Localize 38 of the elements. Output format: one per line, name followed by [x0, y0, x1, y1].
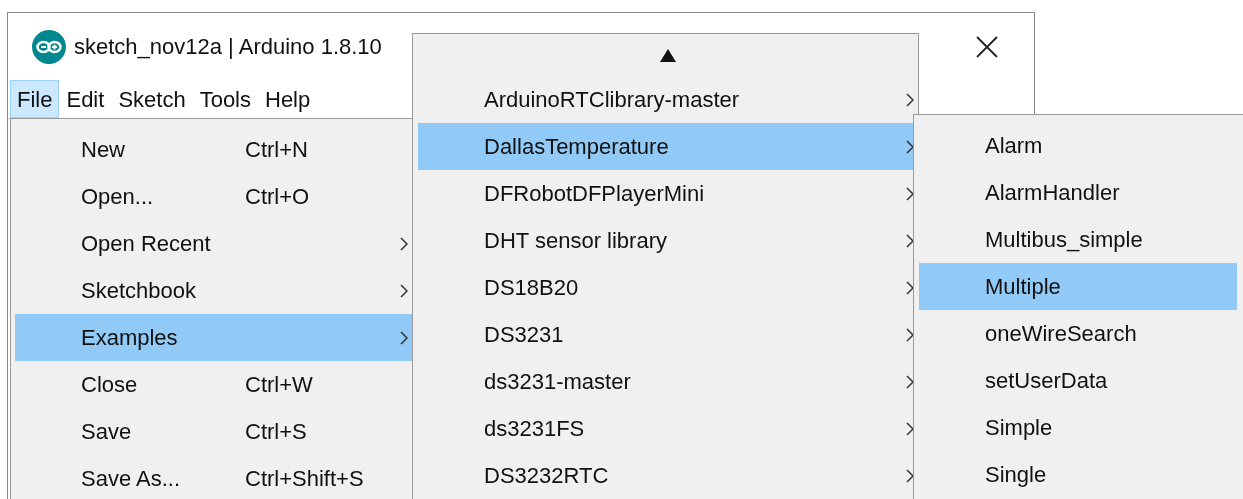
- menu-item[interactable]: Open... Ctrl+O: [15, 173, 412, 220]
- chevron-right-icon: [906, 186, 914, 201]
- chevron-right-icon: [906, 374, 914, 389]
- chevron-right-icon: [400, 236, 408, 251]
- chevron-right-icon: [906, 233, 914, 248]
- chevron-right-icon: [906, 139, 914, 154]
- app-logo-icon: [32, 29, 66, 64]
- menu-item[interactable]: Multiple: [919, 263, 1237, 310]
- menu-bar-item[interactable]: File: [10, 80, 60, 118]
- scroll-up-icon[interactable]: [660, 48, 676, 62]
- menu-item[interactable]: Simple: [919, 404, 1237, 451]
- chevron-right-icon: [906, 280, 914, 295]
- menu-item[interactable]: Open Recent: [15, 220, 412, 267]
- menu-item[interactable]: AlarmHandler: [919, 169, 1237, 216]
- window-title: sketch_nov12a | Arduino 1.8.10: [74, 33, 382, 61]
- menu-item[interactable]: Single: [919, 451, 1237, 498]
- chevron-right-icon: [906, 468, 914, 483]
- menu-bar-item[interactable]: Help: [258, 80, 318, 118]
- menu-item[interactable]: Alarm: [919, 122, 1237, 169]
- menu-item[interactable]: Sketchbook: [15, 267, 412, 314]
- chevron-right-icon: [906, 421, 914, 436]
- menu-item[interactable]: oneWireSearch: [919, 310, 1237, 357]
- menu-item[interactable]: Save Ctrl+S: [15, 408, 412, 455]
- menu-item[interactable]: Examples: [15, 314, 412, 361]
- menu-bar-item[interactable]: Sketch: [111, 80, 193, 118]
- menu-bar-item[interactable]: Tools: [192, 80, 258, 118]
- menu-item[interactable]: Save As... Ctrl+Shift+S: [15, 455, 412, 499]
- chevron-right-icon: [400, 330, 408, 345]
- close-icon[interactable]: [976, 35, 998, 58]
- menu-item[interactable]: ArduinoRTClibrary-master: [418, 76, 918, 123]
- menu-item[interactable]: New Ctrl+N: [15, 126, 412, 173]
- chevron-right-icon: [906, 327, 914, 342]
- menu-item[interactable]: Close Ctrl+W: [15, 361, 412, 408]
- menu-item[interactable]: setUserData: [919, 357, 1237, 404]
- chevron-right-icon: [906, 92, 914, 107]
- menu-item[interactable]: Multibus_simple: [919, 216, 1237, 263]
- menu-bar-item[interactable]: Edit: [59, 80, 112, 118]
- chevron-right-icon: [400, 283, 408, 298]
